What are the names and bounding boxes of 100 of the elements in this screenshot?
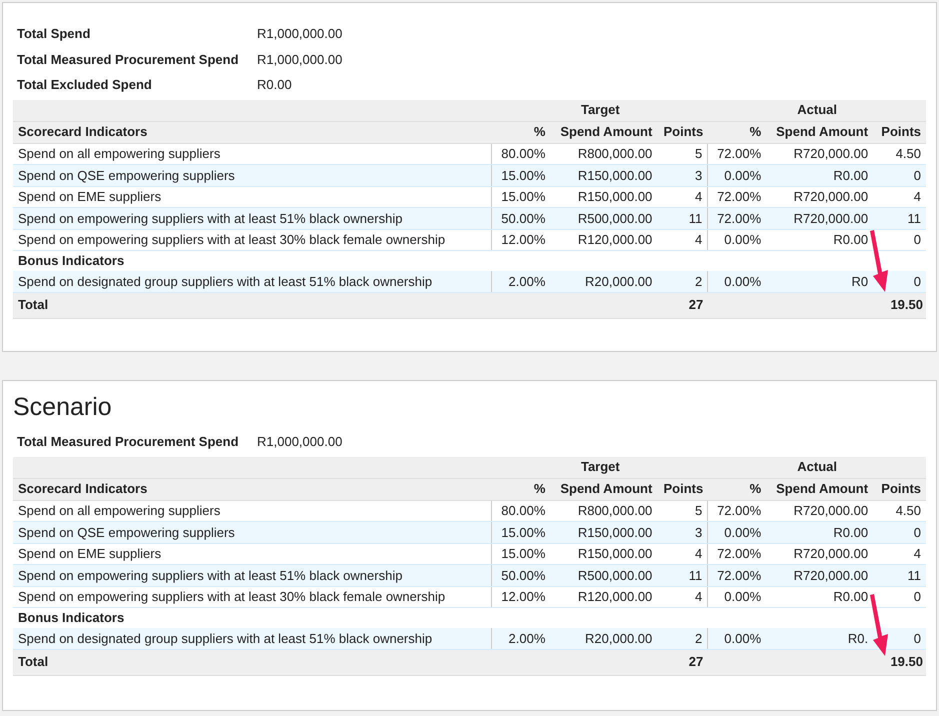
table-cell-text: R0.00 xyxy=(832,588,870,606)
annotation-arrow xyxy=(870,594,888,656)
table-cell-text: 50.00% xyxy=(500,210,546,228)
column-group-header: Target xyxy=(580,458,621,476)
table-cell: 4 xyxy=(657,544,708,564)
table-cell-text: R0.00 xyxy=(832,166,870,184)
table-cell: 11 xyxy=(657,208,708,228)
table-cell-text: 11 xyxy=(906,566,922,584)
total-label: Total xyxy=(17,653,50,672)
summary-value: R1,000,000.00 xyxy=(257,25,342,43)
column-header: % xyxy=(532,480,546,498)
table-cell-text: R720,000.00 xyxy=(792,566,870,584)
table-cell: Spend on empowering suppliers with at least 51% black ownership xyxy=(13,208,492,228)
table-cell-text: 72.00% xyxy=(716,188,762,206)
column-header: % xyxy=(532,123,546,142)
table-cell: 3 xyxy=(657,165,708,186)
table-cell-text: 0.00% xyxy=(723,272,762,290)
table-cell-text: 0.00% xyxy=(723,166,762,184)
table-cell: 4 xyxy=(657,586,708,607)
table-cell: Spend on all empowering suppliers xyxy=(13,144,492,164)
table-cell: Spend on EME suppliers xyxy=(13,544,492,564)
table-cell: 3 xyxy=(657,522,708,542)
table-cell: 2 xyxy=(657,271,708,292)
table-cell: 2 xyxy=(657,628,708,648)
column-header: Spend Amount xyxy=(775,123,870,142)
table-cell-text: R800,000.00 xyxy=(576,502,654,520)
summary-label: Total Measured Procurement Spend xyxy=(17,433,240,451)
table-cell-text: 4.50 xyxy=(894,502,922,520)
table-cell-text: R0. xyxy=(846,630,870,648)
table-cell: Spend on designated group suppliers with at least 51% black ownership xyxy=(13,271,492,292)
table-cell: 5 xyxy=(657,144,708,164)
column-header: Points xyxy=(880,123,922,142)
table-cell-text: R120,000.00 xyxy=(576,231,654,249)
column-header: Spend Amount xyxy=(775,480,870,498)
table-cell: 4 xyxy=(657,230,708,250)
table-cell-text: 27 xyxy=(688,296,704,314)
summary-value: R1,000,000.00 xyxy=(257,433,342,451)
table-cell-text: 4 xyxy=(912,188,922,206)
table-cell-text: R500,000.00 xyxy=(576,210,654,228)
table-cell-text: 0 xyxy=(912,231,922,249)
column-header: Spend Amount xyxy=(559,123,654,142)
table-cell-text: 0.00% xyxy=(723,630,762,648)
table-cell-text: 80.00% xyxy=(500,145,546,163)
table-cell-text: 0 xyxy=(912,166,922,184)
summary-label: Total Measured Procurement Spend xyxy=(17,50,240,69)
column-group-header: Target xyxy=(580,101,621,120)
table-cell-text: R150,000.00 xyxy=(576,166,654,184)
table-cell: Spend on QSE empowering suppliers xyxy=(13,522,492,542)
table-cell-text: 15.00% xyxy=(500,524,546,542)
table-cell-text: 72.00% xyxy=(716,210,762,228)
table-cell: Spend on empowering suppliers with at least 51% black ownership xyxy=(13,565,492,586)
summary-label: Total Spend xyxy=(17,25,92,43)
table-cell-text: 0.00% xyxy=(723,588,762,606)
table-cell-text: 27 xyxy=(688,653,704,672)
table-cell-text: R720,000.00 xyxy=(792,502,870,520)
table-cell-text: R720,000.00 xyxy=(792,545,870,563)
table-cell-text: 0.00% xyxy=(723,231,762,249)
table-cell-text: 19.50 xyxy=(889,296,924,314)
table-cell-text: 19.50 xyxy=(889,653,924,672)
table-cell-text: R720,000.00 xyxy=(792,188,870,206)
table-cell-text: R20,000.00 xyxy=(584,630,654,648)
table-cell: 11 xyxy=(657,565,708,586)
table-cell-text: 0 xyxy=(912,272,922,290)
column-header: Points xyxy=(662,480,704,498)
table-cell: Spend on empowering suppliers with at least 30% black female ownership xyxy=(13,230,492,250)
table-cell: Spend on designated group suppliers with at least 51% black ownership xyxy=(13,628,492,648)
column-header: Scorecard Indicators xyxy=(17,123,148,142)
summary-value: R1,000,000.00 xyxy=(257,50,342,68)
table-cell-text: 80.00% xyxy=(500,502,546,520)
summary-value: R0.00 xyxy=(257,76,292,94)
section-title: Scenario xyxy=(13,392,113,423)
summary-label: Total Excluded Spend xyxy=(17,76,153,94)
table-cell-text: 0.00% xyxy=(723,524,762,542)
table-cell-text: R0 xyxy=(850,272,870,290)
column-header: % xyxy=(748,123,762,142)
table-cell-text: 0 xyxy=(912,588,922,606)
table-cell-text: R720,000.00 xyxy=(792,145,870,163)
table-cell-text: 11 xyxy=(906,210,922,228)
table-cell-text: 72.00% xyxy=(716,145,762,163)
table-cell-text: 72.00% xyxy=(716,502,762,520)
table-cell-text: 12.00% xyxy=(500,231,546,249)
table-cell-text: 50.00% xyxy=(500,566,546,584)
column-header: Spend Amount xyxy=(559,480,654,498)
table-cell: Spend on QSE empowering suppliers xyxy=(13,165,492,186)
table-cell-text: 15.00% xyxy=(500,188,546,206)
table-cell-text: R0.00 xyxy=(832,524,870,542)
column-header: Points xyxy=(880,480,922,498)
table-cell-text: 12.00% xyxy=(500,588,546,606)
table-cell-text: 4.50 xyxy=(894,145,922,163)
table-cell-text: 0 xyxy=(912,524,922,542)
table-cell-text: R150,000.00 xyxy=(576,188,654,206)
table-cell-text: R0.00 xyxy=(832,231,870,249)
table-cell: Spend on EME suppliers xyxy=(13,186,492,207)
table-cell-text: R150,000.00 xyxy=(576,524,654,542)
table-cell-text: 4 xyxy=(912,545,922,563)
table-cell-text: 72.00% xyxy=(716,566,762,584)
table-cell-text: R720,000.00 xyxy=(792,210,870,228)
column-group-header: Actual xyxy=(796,101,838,120)
table-cell-text: 0 xyxy=(912,630,922,648)
column-group-header: Actual xyxy=(796,458,838,476)
